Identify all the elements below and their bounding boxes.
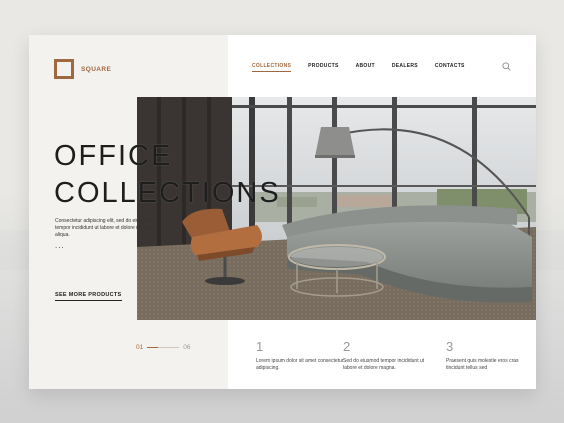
hero-title-line-2: COLLECTIONS	[54, 177, 281, 209]
main-nav: COLLECTIONS PRODUCTS ABOUT DEALERS CONTA…	[252, 63, 482, 72]
feature-item: 2 Sed do eiusmod tempor incididunt ut la…	[343, 340, 433, 372]
pager-total: 06	[183, 344, 191, 351]
see-more-products-link[interactable]: SEE MORE PRODUCTS	[55, 292, 122, 301]
feature-text: Praesent quis molestie eros cras tincidu…	[446, 358, 519, 371]
nav-item-products[interactable]: PRODUCTS	[308, 63, 338, 72]
feature-number: 1	[256, 339, 264, 354]
nav-item-collections[interactable]: COLLECTIONS	[252, 63, 292, 72]
logo-text: SQUARE	[81, 65, 112, 73]
nav-item-contacts[interactable]: CONTACTS	[435, 63, 465, 72]
feature-number: 3	[446, 339, 454, 354]
hero-title-line-1: OFFICE	[54, 140, 173, 172]
nav-item-dealers[interactable]: DEALERS	[392, 63, 418, 72]
feature-text: Sed do eiusmod tempor incididunt ut labo…	[343, 358, 425, 371]
pager-progress-line	[147, 347, 180, 348]
hero-dots: ...	[55, 241, 65, 250]
logo[interactable]: SQUARE	[54, 59, 111, 79]
feature-item: 1 Lorem ipsum dolor sit amet consectetur…	[256, 340, 346, 372]
logo-square-icon	[54, 59, 74, 79]
slide-pager[interactable]: 01 06	[136, 344, 190, 351]
feature-number: 2	[343, 339, 351, 354]
feature-text: Lorem ipsum dolor sit amet consectetur a…	[256, 358, 344, 371]
pager-current: 01	[136, 344, 144, 351]
nav-item-about[interactable]: ABOUT	[356, 63, 375, 72]
hero-title: OFFICE COLLECTIONS	[54, 138, 281, 212]
feature-item: 3 Praesent quis molestie eros cras tinci…	[446, 340, 536, 372]
landing-card: SQUARE COLLECTIONS PRODUCTS ABOUT DEALER…	[29, 35, 536, 389]
hero-subtitle: Consectetur adipiscing elit, sed do eius…	[55, 218, 152, 238]
search-icon[interactable]	[502, 62, 511, 71]
